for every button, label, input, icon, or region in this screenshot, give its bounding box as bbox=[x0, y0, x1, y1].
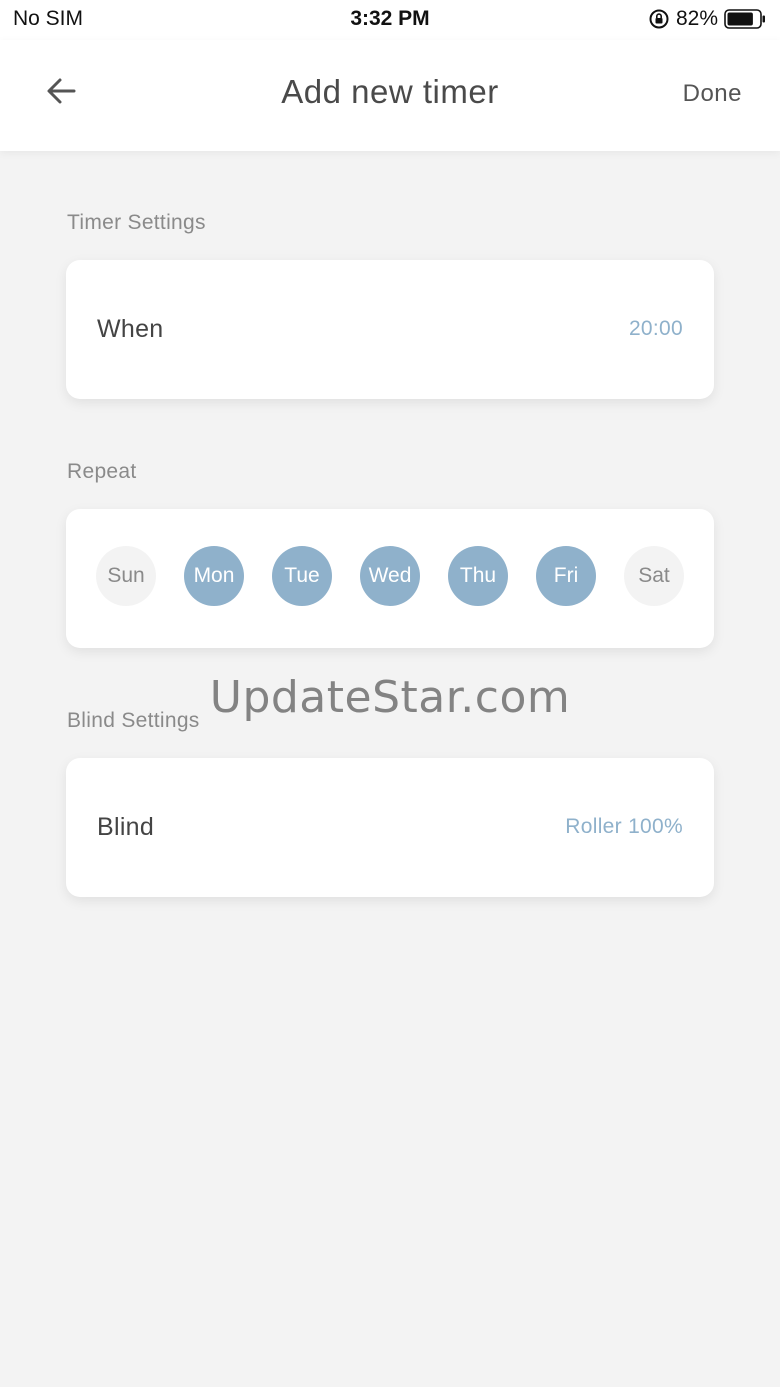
when-row[interactable]: When 20:00 bbox=[66, 260, 714, 399]
day-label: Fri bbox=[553, 564, 579, 587]
blind-value: Roller 100% bbox=[565, 815, 683, 838]
watermark: UpdateStar.com bbox=[209, 672, 571, 723]
day-selector: Sun Mon Tue Wed Thu Fri Sat bbox=[96, 546, 686, 606]
day-label: Tue bbox=[284, 564, 320, 587]
day-label: Mon bbox=[193, 564, 235, 587]
day-toggle-mon[interactable]: Mon bbox=[184, 546, 244, 606]
day-toggle-sat[interactable]: Sat bbox=[624, 546, 684, 606]
day-toggle-sun[interactable]: Sun bbox=[96, 546, 156, 606]
status-indicators: 82% bbox=[648, 6, 766, 32]
navigation-bar: Add new timer Done bbox=[0, 40, 780, 151]
day-label: Wed bbox=[368, 564, 412, 587]
day-toggle-tue[interactable]: Tue bbox=[272, 546, 332, 606]
status-bar: No SIM 3:32 PM 82% bbox=[0, 0, 780, 40]
day-label: Sun bbox=[107, 564, 145, 587]
day-label: Sat bbox=[638, 564, 670, 587]
blind-row[interactable]: Blind Roller 100% bbox=[66, 758, 714, 897]
day-toggle-fri[interactable]: Fri bbox=[536, 546, 596, 606]
battery-percentage: 82% bbox=[675, 7, 718, 30]
timer-settings-heading: Timer Settings bbox=[67, 211, 206, 234]
repeat-heading: Repeat bbox=[67, 460, 137, 483]
day-toggle-thu[interactable]: Thu bbox=[448, 546, 508, 606]
done-button[interactable]: Done bbox=[683, 80, 742, 108]
day-toggle-wed[interactable]: Wed bbox=[360, 546, 420, 606]
battery-icon bbox=[724, 9, 766, 29]
rotation-lock-icon bbox=[648, 8, 670, 30]
page-title: Add new timer bbox=[281, 73, 499, 110]
day-label: Thu bbox=[459, 564, 497, 587]
when-label: When bbox=[97, 315, 164, 343]
when-value: 20:00 bbox=[628, 317, 683, 340]
repeat-card: Sun Mon Tue Wed Thu Fri Sat bbox=[66, 509, 714, 648]
blind-label: Blind bbox=[97, 813, 155, 841]
